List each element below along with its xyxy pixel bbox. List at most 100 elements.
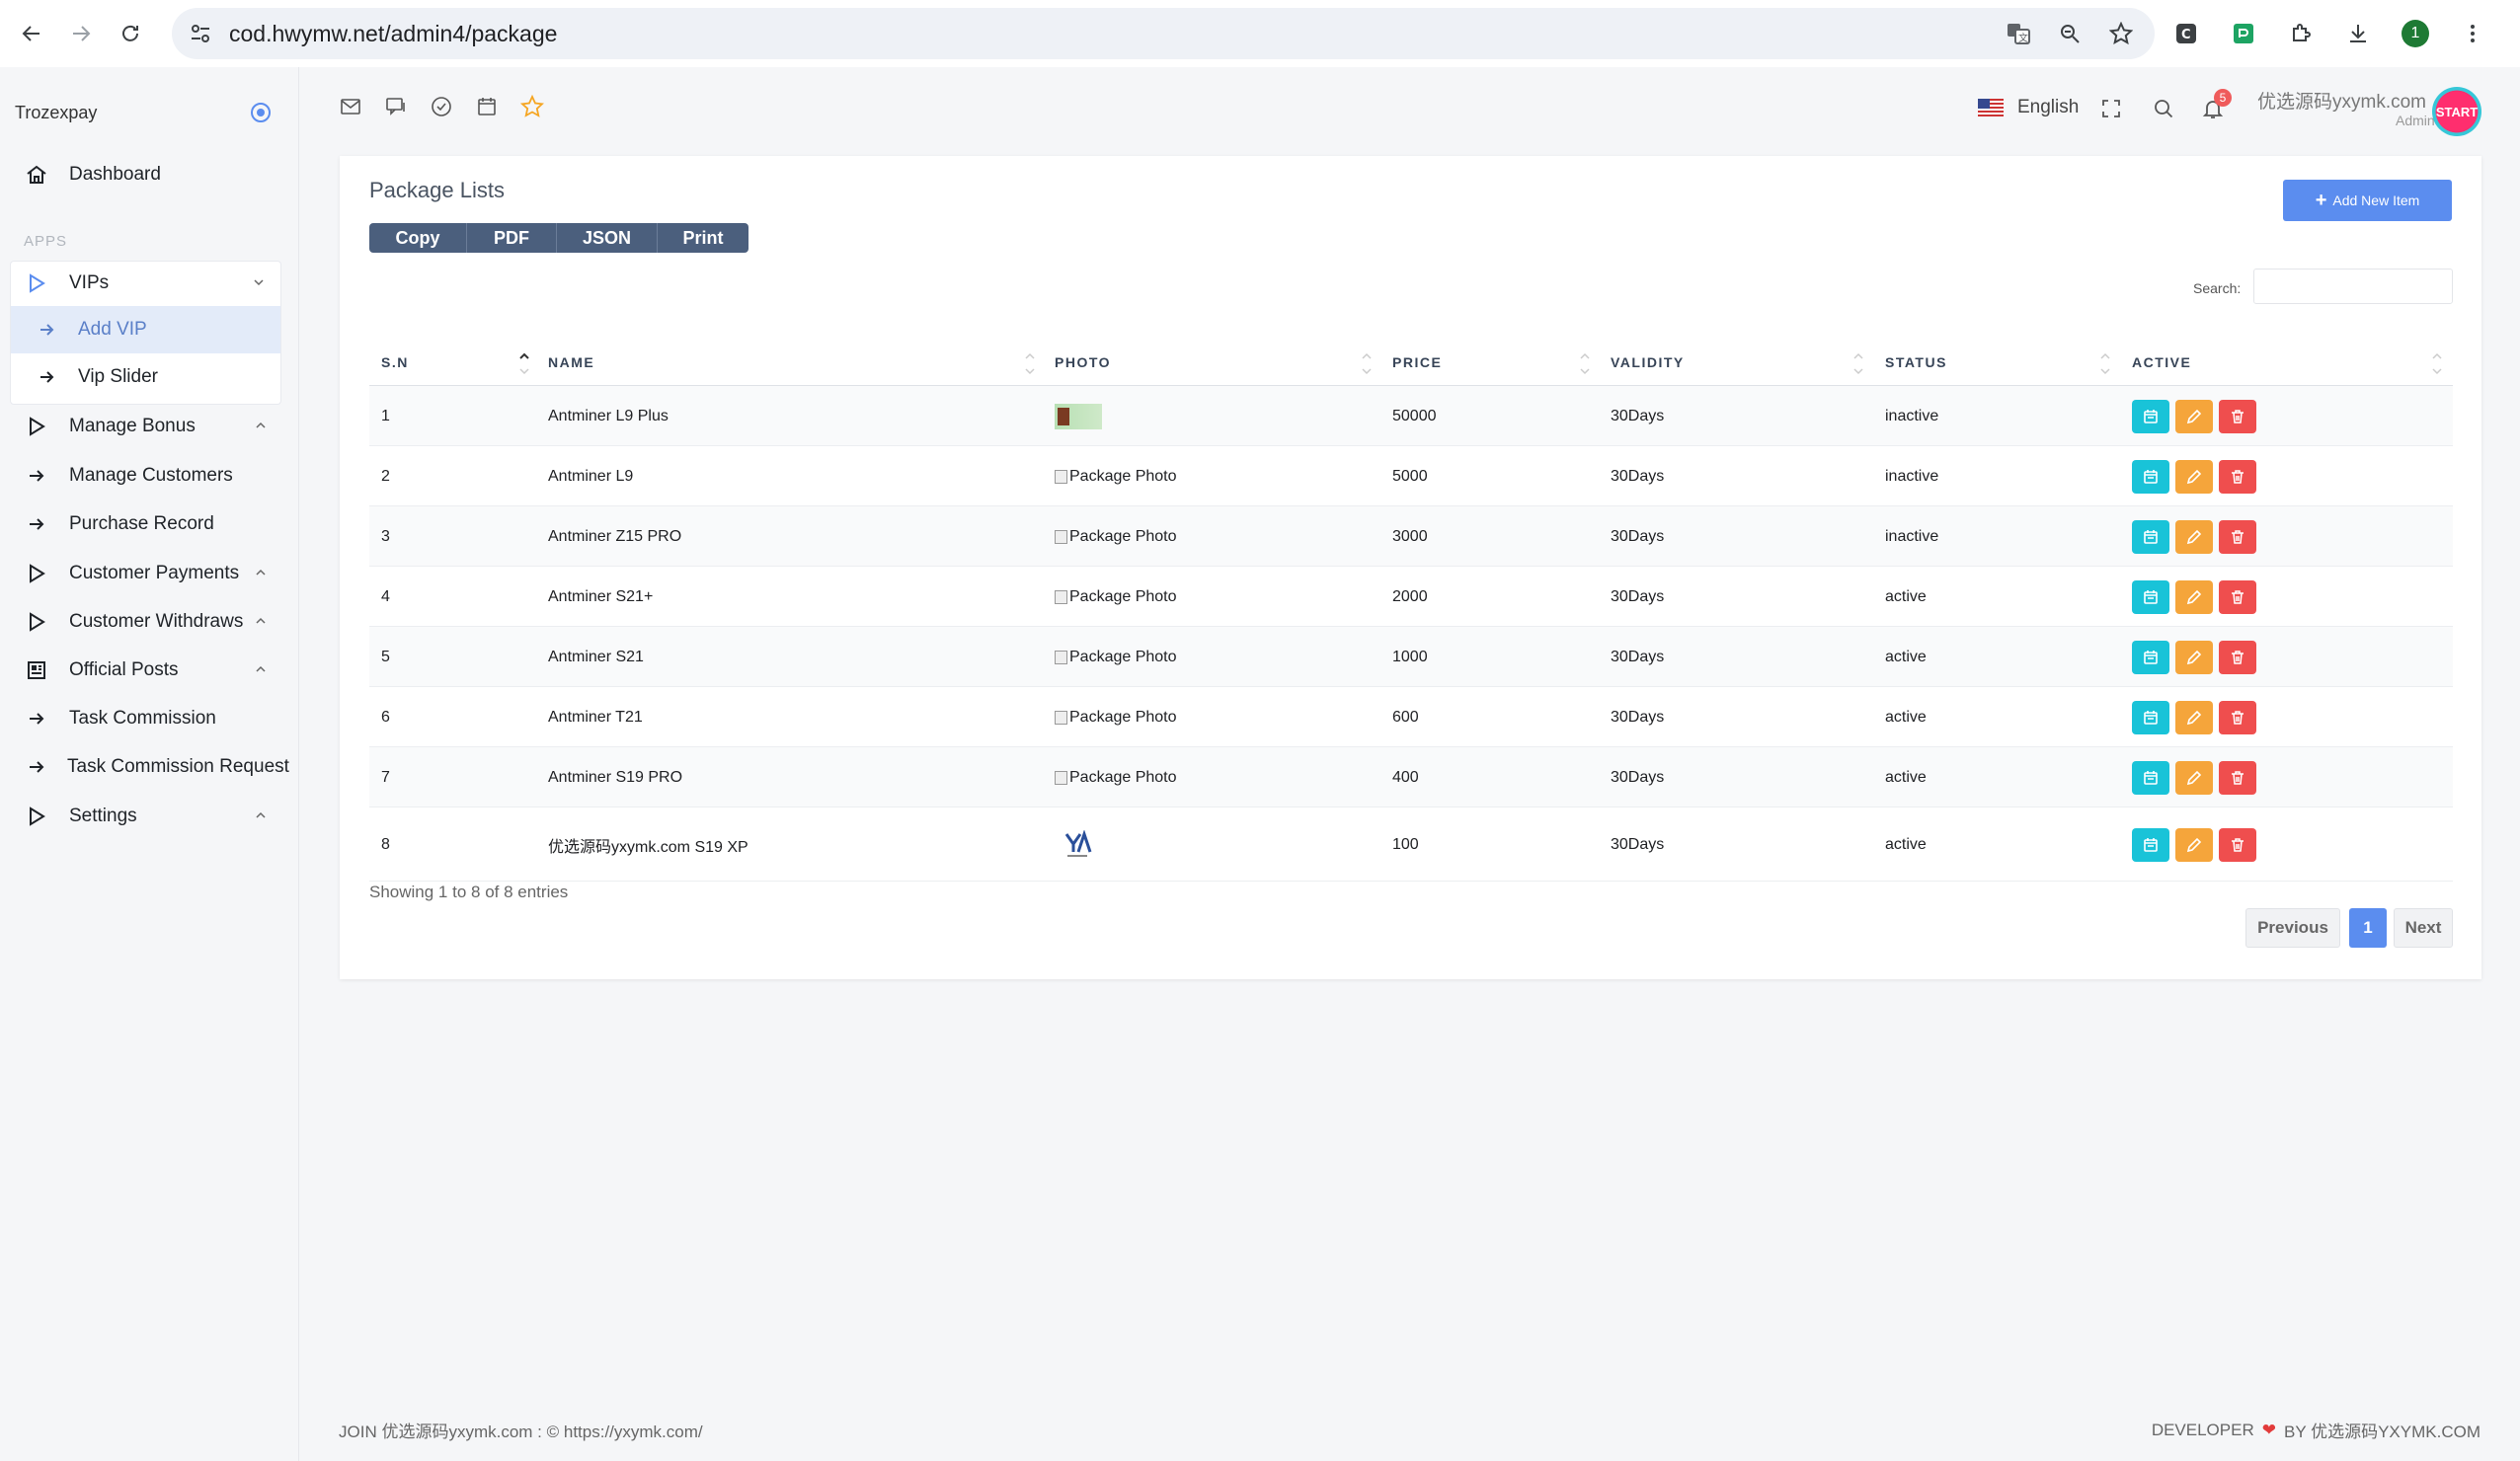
chat-icon[interactable]: [384, 95, 408, 118]
delete-button[interactable]: [2219, 580, 2256, 614]
search-icon[interactable]: [2152, 97, 2177, 122]
edit-button[interactable]: [2175, 701, 2213, 734]
view-button[interactable]: [2132, 520, 2169, 554]
fullscreen-icon[interactable]: [2099, 97, 2125, 122]
edit-button[interactable]: [2175, 520, 2213, 554]
avatar[interactable]: START: [2432, 87, 2481, 136]
delete-button[interactable]: [2219, 460, 2256, 494]
next-page-button[interactable]: Next: [2394, 908, 2453, 948]
column-header-status[interactable]: STATUS: [1885, 342, 1947, 383]
calendar-icon[interactable]: [475, 95, 499, 118]
cell-sn: 1: [381, 407, 390, 424]
cell-photo: [1055, 386, 1102, 446]
sidebar-item-settings[interactable]: Settings: [0, 794, 299, 839]
edit-button[interactable]: [2175, 641, 2213, 674]
edit-button[interactable]: [2175, 580, 2213, 614]
sidebar-item-add-vip[interactable]: Add VIP: [11, 306, 280, 353]
sidebar-item-customer-withdraws[interactable]: Customer Withdraws: [0, 599, 299, 645]
delete-button[interactable]: [2219, 641, 2256, 674]
column-header-name[interactable]: NAME: [548, 342, 594, 383]
sidebar-item-manage-bonus[interactable]: Manage Bonus: [0, 404, 299, 449]
sort-icon[interactable]: [1851, 342, 1865, 381]
extensions-puzzle-icon[interactable]: [2287, 20, 2315, 47]
sidebar-item-manage-customers[interactable]: Manage Customers: [0, 453, 299, 499]
broken-image: Package Photo: [1055, 769, 1177, 787]
previous-page-button[interactable]: Previous: [2245, 908, 2340, 948]
view-button[interactable]: [2132, 641, 2169, 674]
zoom-icon[interactable]: [2056, 20, 2084, 47]
delete-button[interactable]: [2219, 828, 2256, 862]
pdf-button[interactable]: PDF: [467, 223, 557, 253]
extension-c-icon[interactable]: C: [2172, 20, 2200, 47]
view-button[interactable]: [2132, 701, 2169, 734]
search-input[interactable]: [2253, 269, 2453, 304]
column-header-price[interactable]: PRICE: [1392, 342, 1442, 383]
sidebar-item-label: Purchase Record: [69, 513, 214, 534]
delete-button[interactable]: [2219, 701, 2256, 734]
sidebar-item-customer-payments[interactable]: Customer Payments: [0, 551, 299, 596]
column-header-active[interactable]: ACTIVE: [2132, 342, 2191, 383]
user-name[interactable]: 优选源码yxymk.com: [2257, 87, 2426, 114]
current-page-button[interactable]: 1: [2349, 908, 2387, 948]
sidebar-item-vips[interactable]: VIPs: [10, 261, 281, 306]
brand-name[interactable]: Trozexpay: [15, 103, 97, 123]
edit-button[interactable]: [2175, 400, 2213, 433]
view-button[interactable]: [2132, 580, 2169, 614]
column-header-validity[interactable]: VALIDITY: [1611, 342, 1685, 383]
url-text[interactable]: cod.hwymw.net/admin4/package: [229, 21, 557, 47]
edit-button[interactable]: [2175, 460, 2213, 494]
delete-button[interactable]: [2219, 520, 2256, 554]
back-icon[interactable]: [8, 10, 55, 57]
view-button[interactable]: [2132, 761, 2169, 795]
sidebar-item-label: Settings: [69, 806, 137, 826]
sidebar-item-task-commission-request[interactable]: Task Commission Request: [0, 744, 299, 790]
extension-green-icon[interactable]: [2230, 20, 2257, 47]
broken-image-icon: [1055, 710, 1067, 725]
more-menu-icon[interactable]: [2459, 20, 2486, 47]
add-new-item-button[interactable]: + Add New Item: [2283, 180, 2452, 221]
sidebar-item-dashboard[interactable]: Dashboard: [0, 152, 299, 197]
delete-button[interactable]: [2219, 761, 2256, 795]
sidebar-toggle-icon[interactable]: [249, 101, 273, 124]
sidebar-item-vip-slider[interactable]: Vip Slider: [11, 353, 280, 401]
cell-name: Antminer S21: [548, 648, 644, 665]
site-info-icon[interactable]: [186, 19, 215, 48]
column-header-sn[interactable]: S.N: [381, 342, 409, 383]
delete-button[interactable]: [2219, 400, 2256, 433]
sidebar-item-label: Dashboard: [69, 164, 161, 185]
sort-icon[interactable]: [1360, 342, 1374, 381]
sidebar-item-purchase-record[interactable]: Purchase Record: [0, 501, 299, 547]
view-button[interactable]: [2132, 828, 2169, 862]
sidebar-item-label: Add VIP: [78, 319, 147, 340]
sidebar-item-official-posts[interactable]: Official Posts: [0, 648, 299, 693]
forward-icon[interactable]: [57, 10, 105, 57]
translate-icon[interactable]: 文: [2005, 20, 2032, 47]
star-icon[interactable]: [520, 95, 544, 118]
mail-icon[interactable]: [339, 95, 362, 118]
sort-icon[interactable]: [1023, 342, 1037, 381]
check-circle-icon[interactable]: [430, 95, 453, 118]
profile-avatar[interactable]: 1: [2402, 20, 2429, 47]
broken-image-icon: [1055, 469, 1067, 484]
view-button[interactable]: [2132, 400, 2169, 433]
copy-button[interactable]: Copy: [369, 223, 467, 253]
bookmark-star-icon[interactable]: [2107, 20, 2135, 47]
download-icon[interactable]: [2344, 20, 2372, 47]
print-button[interactable]: Print: [658, 223, 748, 253]
sidebar-item-task-commission[interactable]: Task Commission: [0, 696, 299, 741]
sort-icon[interactable]: [2098, 342, 2112, 381]
address-bar[interactable]: cod.hwymw.net/admin4/package 文: [172, 8, 2155, 59]
column-header-photo[interactable]: PHOTO: [1055, 342, 1111, 383]
view-button[interactable]: [2132, 460, 2169, 494]
json-button[interactable]: JSON: [557, 223, 658, 253]
cell-validity: 30Days: [1611, 708, 1665, 726]
edit-button[interactable]: [2175, 828, 2213, 862]
edit-button[interactable]: [2175, 761, 2213, 795]
photo-alt-text: Package Photo: [1069, 527, 1177, 545]
sort-icon[interactable]: [1578, 342, 1592, 381]
sort-asc-icon[interactable]: [517, 342, 531, 381]
sort-icon[interactable]: [2430, 342, 2444, 381]
newspaper-icon: [22, 655, 51, 685]
language-selector[interactable]: English: [1978, 97, 2079, 118]
reload-icon[interactable]: [107, 10, 154, 57]
